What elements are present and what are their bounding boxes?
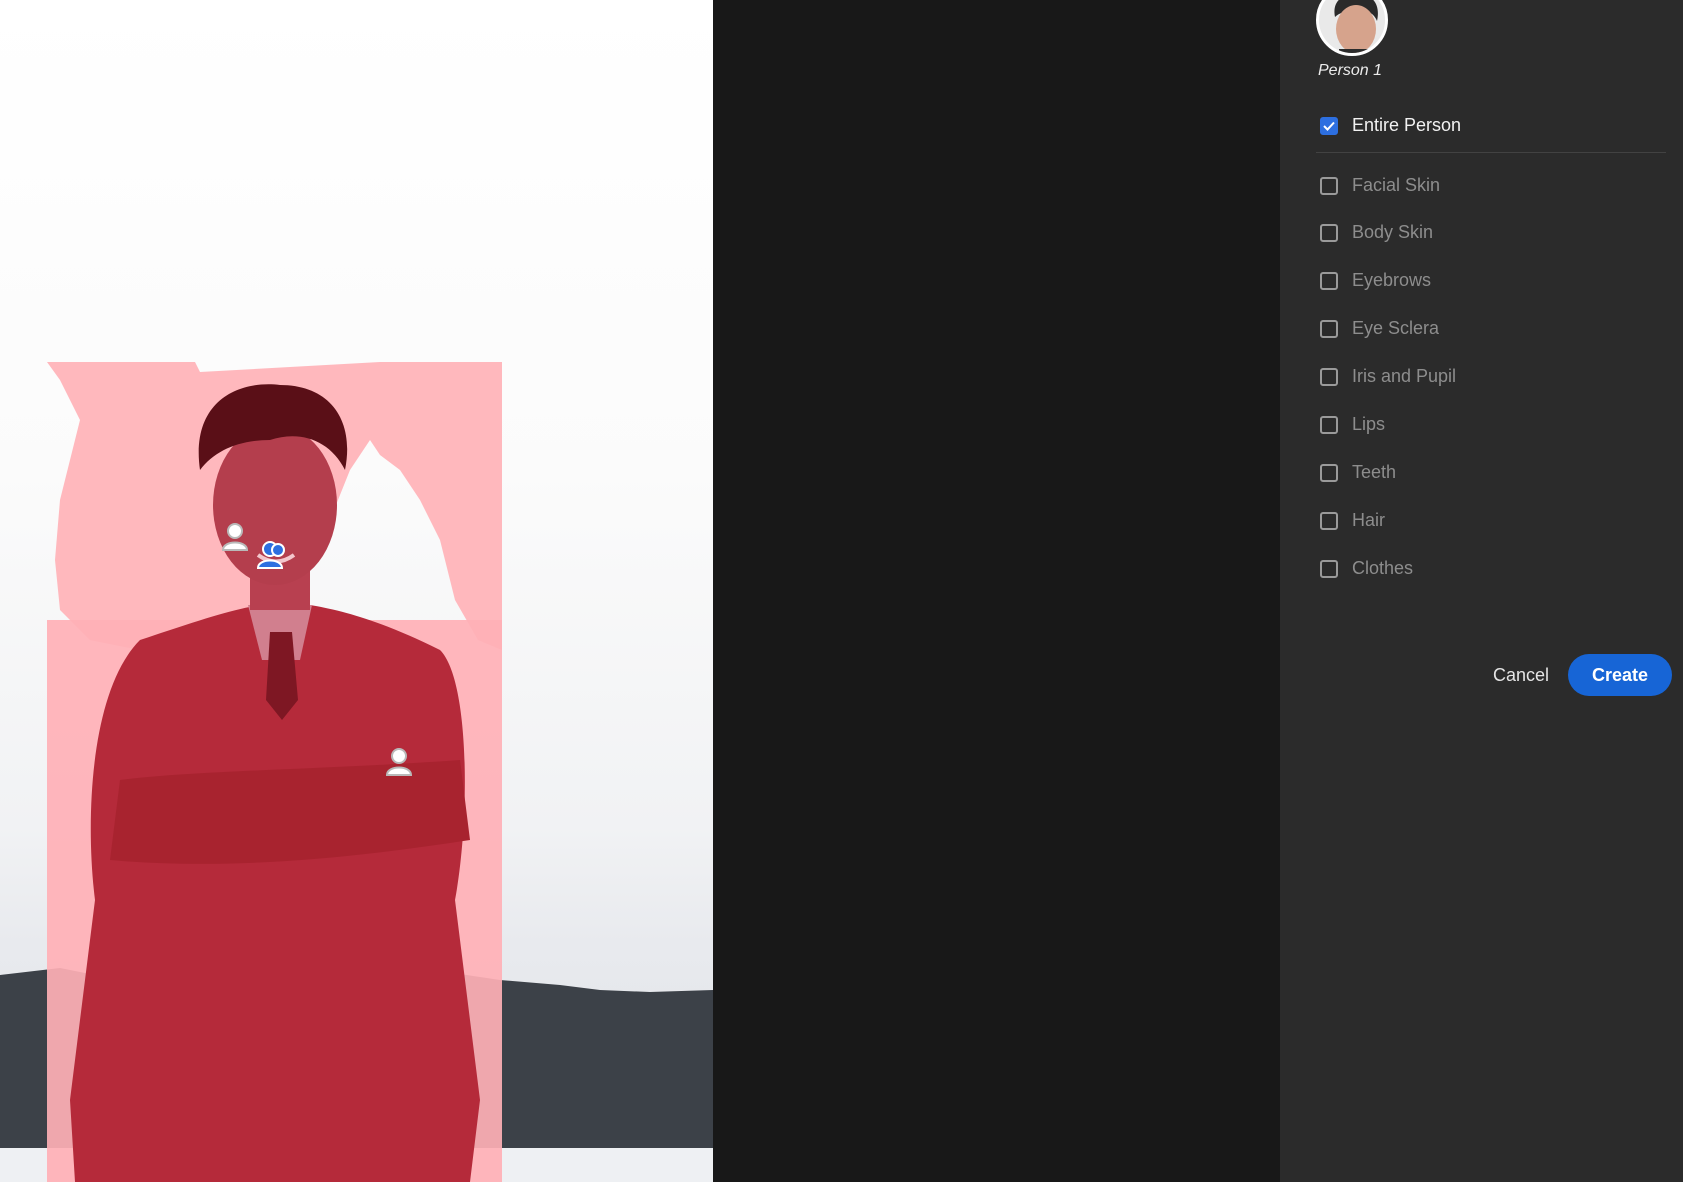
checkbox-icon[interactable] [1320, 559, 1338, 578]
people-mask-panel: Person 1 Entire Person Facial Skin Body … [1280, 0, 1683, 1182]
option-label: Lips [1352, 414, 1386, 434]
checkbox-icon[interactable] [1320, 319, 1338, 338]
option-label: Clothes [1352, 558, 1414, 578]
option-entire-person[interactable]: Entire Person [1320, 115, 1461, 136]
option-label: Body Skin [1352, 222, 1434, 242]
option-label: Facial Skin [1352, 175, 1441, 195]
option-facial-skin[interactable]: Facial Skin [1320, 175, 1440, 196]
checkbox-icon[interactable] [1320, 463, 1338, 482]
option-hair[interactable]: Hair [1320, 510, 1385, 531]
option-label: Entire Person [1352, 115, 1462, 135]
option-label: Iris and Pupil [1352, 366, 1457, 386]
checkbox-icon[interactable] [1320, 176, 1338, 195]
person-avatar-image [1319, 0, 1385, 53]
option-iris-and-pupil[interactable]: Iris and Pupil [1320, 366, 1456, 387]
option-label: Teeth [1352, 462, 1397, 482]
option-teeth[interactable]: Teeth [1320, 462, 1396, 483]
option-lips[interactable]: Lips [1320, 414, 1385, 435]
photo-image [0, 362, 713, 1182]
checkbox-icon[interactable] [1320, 223, 1338, 242]
option-clothes[interactable]: Clothes [1320, 558, 1413, 579]
divider [1316, 152, 1666, 153]
checkbox-checked-icon[interactable] [1320, 116, 1338, 135]
option-eyebrows[interactable]: Eyebrows [1320, 270, 1431, 291]
photo-canvas[interactable] [0, 0, 713, 1182]
checkbox-icon[interactable] [1320, 511, 1338, 530]
option-label: Eyebrows [1352, 270, 1432, 290]
person-avatar[interactable] [1316, 0, 1388, 56]
option-eye-sclera[interactable]: Eye Sclera [1320, 318, 1439, 339]
person-pin-icon[interactable] [218, 520, 252, 552]
canvas-background [713, 0, 1280, 1182]
person-name: Person 1 [1318, 62, 1383, 79]
option-body-skin[interactable]: Body Skin [1320, 222, 1433, 243]
create-button[interactable]: Create [1568, 654, 1672, 696]
cancel-button[interactable]: Cancel [1476, 654, 1566, 696]
person-pin-icon[interactable] [382, 745, 416, 777]
people-pin-icon[interactable] [256, 538, 290, 570]
checkbox-icon[interactable] [1320, 367, 1338, 386]
checkbox-icon[interactable] [1320, 271, 1338, 290]
checkbox-icon[interactable] [1320, 415, 1338, 434]
option-label: Eye Sclera [1352, 318, 1440, 338]
option-label: Hair [1352, 510, 1386, 530]
